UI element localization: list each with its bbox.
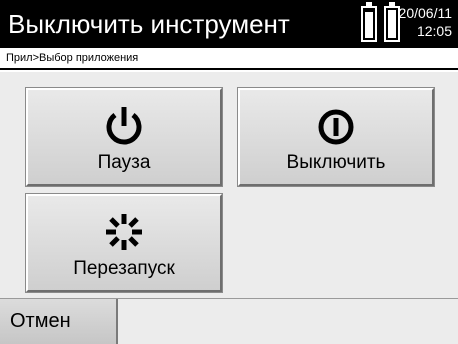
restart-button[interactable]: Перезапуск (25, 193, 223, 293)
pause-label: Пауза (97, 152, 151, 173)
battery-level (388, 10, 396, 38)
title-bar: Выключить инструмент 20/06/11 12:05 (0, 0, 458, 48)
restart-spinner-icon (106, 214, 142, 250)
power-icon (106, 107, 142, 145)
softkey-bar: Отмен (0, 298, 458, 344)
cancel-button[interactable]: Отмен (0, 299, 118, 344)
page-title: Выключить инструмент (8, 9, 290, 39)
battery-icon (361, 2, 377, 42)
power-off-icon (318, 109, 354, 145)
pause-button[interactable]: Пауза (25, 87, 223, 187)
time-text: 12:05 (416, 23, 452, 39)
power-off-button[interactable]: Выключить (237, 87, 435, 187)
date-time: 20/06/11 12:05 (399, 4, 452, 40)
breadcrumb: Прил>Выбор приложения (0, 48, 458, 70)
restart-label: Перезапуск (73, 258, 175, 279)
power-off-label: Выключить (286, 152, 386, 173)
battery-level (365, 12, 373, 38)
date-text: 20/06/11 (398, 5, 452, 21)
